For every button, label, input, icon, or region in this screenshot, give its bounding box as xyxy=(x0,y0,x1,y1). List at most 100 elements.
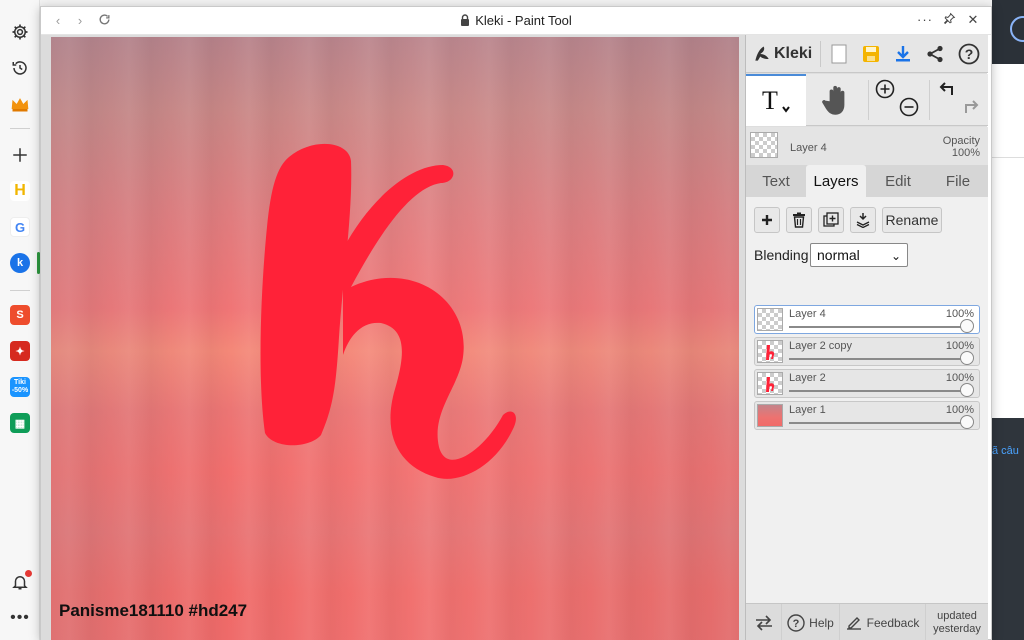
help-button[interactable]: ? Help xyxy=(782,604,840,640)
layer-name: Layer 2 copy xyxy=(789,340,852,352)
lock-icon xyxy=(460,14,470,29)
layer-opacity-slider-knob[interactable] xyxy=(960,415,974,429)
tab-edit[interactable]: Edit xyxy=(868,165,928,197)
tab-text[interactable]: Text xyxy=(746,165,806,197)
duplicate-layer-button[interactable] xyxy=(818,207,844,233)
merge-down-button[interactable] xyxy=(850,207,876,233)
header-divider xyxy=(820,41,821,67)
browser-sidebar: H G k S ✦ Tiki -50% ▦ ••• xyxy=(0,0,40,640)
more-icon[interactable]: ••• xyxy=(6,604,34,632)
new-file-icon[interactable] xyxy=(826,41,852,67)
background-snippet: ã câu xyxy=(992,445,1019,457)
help-icon: ? xyxy=(787,614,805,632)
pin-icon[interactable] xyxy=(939,12,959,30)
screen: H G k S ✦ Tiki -50% ▦ ••• ã câu ‹ › Klek… xyxy=(0,0,1024,640)
layer-opacity-track xyxy=(789,326,967,328)
layer-opacity-slider-knob[interactable] xyxy=(960,383,974,397)
share-icon[interactable] xyxy=(922,41,948,67)
layer-row-layer-2-copy[interactable]: Layer 2 copy 100% xyxy=(754,337,980,366)
zoom-in-icon[interactable] xyxy=(874,78,896,100)
save-icon[interactable] xyxy=(858,41,884,67)
text-tool-button[interactable]: T xyxy=(746,74,806,126)
layer-thumbnail xyxy=(757,404,783,427)
kleki-app-icon[interactable]: k xyxy=(6,249,34,277)
delete-layer-button[interactable] xyxy=(786,207,812,233)
tiki-icon[interactable]: Tiki -50% xyxy=(6,373,34,401)
settings-gear-icon[interactable] xyxy=(6,18,34,46)
layer-opacity-track xyxy=(789,422,967,424)
window-titlebar: ‹ › Kleki - Paint Tool ··· ✕ xyxy=(41,7,991,35)
undo-icon[interactable] xyxy=(936,78,958,100)
add-icon[interactable] xyxy=(6,141,34,169)
layer-row-layer-1[interactable]: Layer 1 100% xyxy=(754,401,980,430)
feedback-label: Feedback xyxy=(866,616,920,630)
layer-opacity-slider-knob[interactable] xyxy=(960,351,974,365)
app-h-icon[interactable]: H xyxy=(6,177,34,205)
update-status[interactable]: updated yesterday xyxy=(926,604,988,640)
layer-opacity-track xyxy=(789,390,967,392)
blending-value: normal xyxy=(817,247,860,263)
layers-panel: Rename Blending normal ⌄ Layer 4 100% La… xyxy=(746,197,988,603)
kleki-logo-icon xyxy=(755,46,769,61)
help-label: Help xyxy=(809,616,834,630)
updated-line-1: updated xyxy=(937,610,977,622)
help-circle-icon[interactable]: ? xyxy=(956,41,982,67)
google-icon[interactable]: G xyxy=(6,213,34,241)
add-layer-button[interactable] xyxy=(754,207,780,233)
tab-file[interactable]: File xyxy=(928,165,988,197)
layer-name: Layer 4 xyxy=(789,308,826,320)
layer-opacity-slider-knob[interactable] xyxy=(960,319,974,333)
download-icon[interactable] xyxy=(890,41,916,67)
layer-name: Layer 1 xyxy=(789,404,826,416)
hand-tool-button[interactable] xyxy=(808,74,866,126)
current-layer-thumbnail xyxy=(750,132,778,158)
kleki-logo-text: Kleki xyxy=(774,45,813,62)
notification-dot xyxy=(25,570,32,577)
layer-thumbnail xyxy=(757,372,783,395)
feedback-button[interactable]: Feedback xyxy=(840,604,926,640)
tab-layers[interactable]: Layers xyxy=(806,165,866,197)
swap-sides-button[interactable] xyxy=(746,604,782,640)
opacity-display: Opacity 100% xyxy=(943,135,980,159)
background-avatar xyxy=(1010,16,1024,42)
redo-icon[interactable] xyxy=(960,96,982,118)
panel-footer: ? Help Feedback updated yesterday xyxy=(746,603,988,640)
letter-h-loop xyxy=(343,165,516,479)
drawing-canvas[interactable]: Panisme181110 #hd247 xyxy=(51,37,739,640)
layer-thumbnail-letter xyxy=(766,345,775,360)
zoom-out-icon[interactable] xyxy=(898,96,920,118)
text-tool-icon: T xyxy=(762,86,790,115)
kleki-side-panel: Kleki ? T Layer 4 Opacity 100% Text Laye… xyxy=(745,35,988,640)
notification-bell-icon[interactable] xyxy=(6,568,34,596)
more-options-icon[interactable]: ··· xyxy=(915,12,935,30)
merge-down-icon xyxy=(856,213,870,228)
sidebar-divider xyxy=(10,290,30,291)
game-app-icon[interactable]: ✦ xyxy=(6,337,34,365)
duplicate-icon xyxy=(823,212,839,227)
close-icon[interactable]: ✕ xyxy=(963,12,983,30)
crown-icon[interactable] xyxy=(6,90,34,118)
tool-bar: T xyxy=(746,74,988,126)
history-icon[interactable] xyxy=(6,54,34,82)
zoom-buttons xyxy=(870,74,928,126)
kleki-popup-window: ‹ › Kleki - Paint Tool ··· ✕ Panisme1811… xyxy=(40,6,992,640)
opacity-label: Opacity xyxy=(942,135,980,147)
blending-label: Blending xyxy=(754,247,809,263)
canvas-watermark-text: Panisme181110 #hd247 xyxy=(59,601,248,620)
layer-row-layer-2[interactable]: Layer 2 100% xyxy=(754,369,980,398)
background-bar xyxy=(992,124,1024,158)
sheets-icon[interactable]: ▦ xyxy=(6,409,34,437)
panel-tabs: Text Layers Edit File xyxy=(746,165,988,197)
svg-text:?: ? xyxy=(965,46,974,62)
rename-layer-button[interactable]: Rename xyxy=(882,207,942,233)
shopee-icon[interactable]: S xyxy=(6,301,34,329)
kleki-logo[interactable]: Kleki xyxy=(752,41,812,67)
layer-row-layer-4[interactable]: Layer 4 100% xyxy=(754,305,980,334)
updated-line-2: yesterday xyxy=(933,623,981,635)
layer-opacity: 100% xyxy=(945,340,974,352)
letter-h-drawing xyxy=(260,143,516,479)
panel-header: Kleki ? xyxy=(746,35,988,73)
layer-opacity-track xyxy=(789,358,967,360)
svg-text:T: T xyxy=(762,86,778,115)
blending-select[interactable]: normal ⌄ xyxy=(810,243,908,267)
